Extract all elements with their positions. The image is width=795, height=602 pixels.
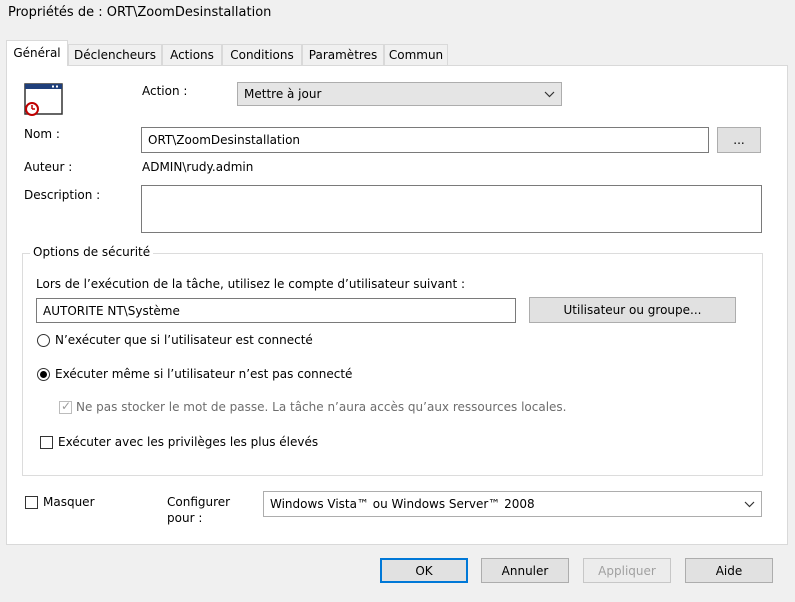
- ok-button[interactable]: OK: [380, 558, 468, 583]
- tab-common[interactable]: Commun: [384, 44, 448, 65]
- radio-run-whether-logged-on-label[interactable]: Exécuter même si l’utilisateur n’est pas…: [55, 367, 352, 381]
- radio-run-whether-logged-on[interactable]: [37, 368, 50, 381]
- account-prompt: Lors de l’exécution de la tâche, utilise…: [36, 277, 466, 291]
- action-select[interactable]: Mettre à jour: [237, 82, 562, 106]
- action-select-value: Mettre à jour: [244, 87, 322, 101]
- highest-privileges-label[interactable]: Exécuter avec les privilèges les plus él…: [58, 435, 318, 449]
- radio-run-logged-on-label[interactable]: N’exécuter que si l’utilisateur est conn…: [55, 333, 313, 347]
- user-or-group-button[interactable]: Utilisateur ou groupe...: [529, 297, 736, 323]
- window-title: Propriétés de : ORT\ZoomDesinstallation: [8, 5, 272, 20]
- action-label: Action :: [142, 84, 188, 98]
- account-field[interactable]: AUTORITE NT\Système: [36, 298, 516, 323]
- name-field[interactable]: ORT\ZoomDesinstallation: [141, 127, 709, 153]
- cancel-button[interactable]: Annuler: [481, 558, 569, 583]
- chevron-down-icon: [744, 492, 755, 525]
- tab-actions[interactable]: Actions: [162, 44, 222, 65]
- help-button[interactable]: Aide: [685, 558, 773, 583]
- security-group-label: Options de sécurité: [30, 245, 154, 259]
- highest-privileges-checkbox[interactable]: [40, 436, 53, 449]
- author-label: Auteur :: [24, 160, 73, 174]
- description-label: Description :: [24, 188, 101, 202]
- configure-for-select[interactable]: Windows Vista™ ou Windows Server™ 2008: [263, 491, 762, 517]
- tab-triggers[interactable]: Déclencheurs: [68, 44, 162, 65]
- browse-button[interactable]: ...: [717, 127, 761, 153]
- name-label: Nom :: [24, 127, 60, 141]
- author-value: ADMIN\rudy.admin: [142, 160, 254, 174]
- apply-button[interactable]: Appliquer: [583, 558, 671, 583]
- no-store-password-label: Ne pas stocker le mot de passe. La tâche…: [76, 400, 567, 414]
- tab-general[interactable]: Général: [6, 40, 68, 66]
- checkmark-icon: ✓: [61, 399, 72, 413]
- hidden-checkbox[interactable]: [25, 496, 38, 509]
- tab-settings[interactable]: Paramètres: [302, 44, 384, 65]
- hidden-label[interactable]: Masquer: [43, 495, 95, 509]
- description-field[interactable]: [141, 185, 762, 233]
- tab-conditions[interactable]: Conditions: [222, 44, 302, 65]
- chevron-down-icon: [544, 83, 555, 113]
- no-store-password-checkbox: ✓: [59, 399, 72, 414]
- configure-label-line1: Configurer: [167, 495, 231, 509]
- configure-for-value: Windows Vista™ ou Windows Server™ 2008: [270, 497, 535, 511]
- task-icon: [24, 83, 64, 117]
- radio-run-logged-on[interactable]: [37, 334, 50, 347]
- configure-label-line2: pour :: [167, 511, 203, 525]
